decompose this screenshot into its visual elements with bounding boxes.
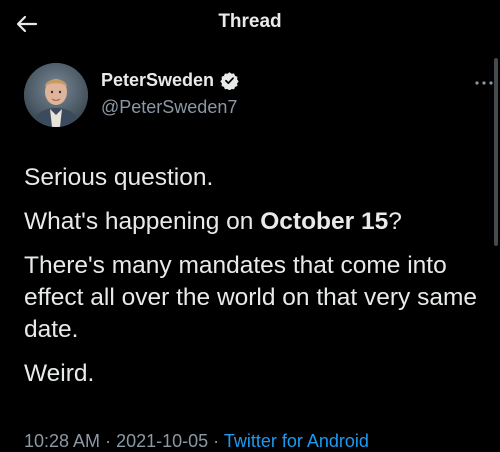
- separator: ·: [100, 431, 117, 451]
- tweet-line: Serious question.: [24, 164, 214, 191]
- tweet-text-segment: ?: [388, 208, 402, 235]
- page-title: Thread: [218, 11, 282, 32]
- more-options-icon[interactable]: [472, 76, 496, 88]
- tweet-text: Serious question. What's happening on Oc…: [24, 162, 484, 402]
- tweet-line: Weird.: [24, 360, 95, 387]
- verified-badge-icon: [220, 71, 239, 91]
- separator: ·: [208, 431, 224, 451]
- highlighted-date: October 15: [260, 208, 389, 235]
- tweet-author: PeterSweden @PeterSweden7: [24, 63, 493, 133]
- user-handle[interactable]: @PeterSweden7: [101, 97, 237, 118]
- avatar[interactable]: [24, 63, 88, 127]
- tweet-date: 2021-10-05: [116, 431, 209, 451]
- tweet-text-segment: What's happening on: [24, 208, 261, 235]
- avatar-image: [24, 63, 88, 127]
- scrollbar[interactable]: [494, 58, 498, 246]
- tweet-time: 10:28 AM: [24, 431, 101, 451]
- name-row: PeterSweden: [101, 70, 239, 91]
- tweet-line: What's happening on October 15?: [24, 206, 484, 238]
- tweet-line: There's many mandates that come into eff…: [24, 252, 478, 343]
- display-name[interactable]: PeterSweden: [101, 70, 214, 91]
- top-bar: Thread: [0, 0, 500, 48]
- tweet-source-link[interactable]: Twitter for Android: [224, 431, 369, 451]
